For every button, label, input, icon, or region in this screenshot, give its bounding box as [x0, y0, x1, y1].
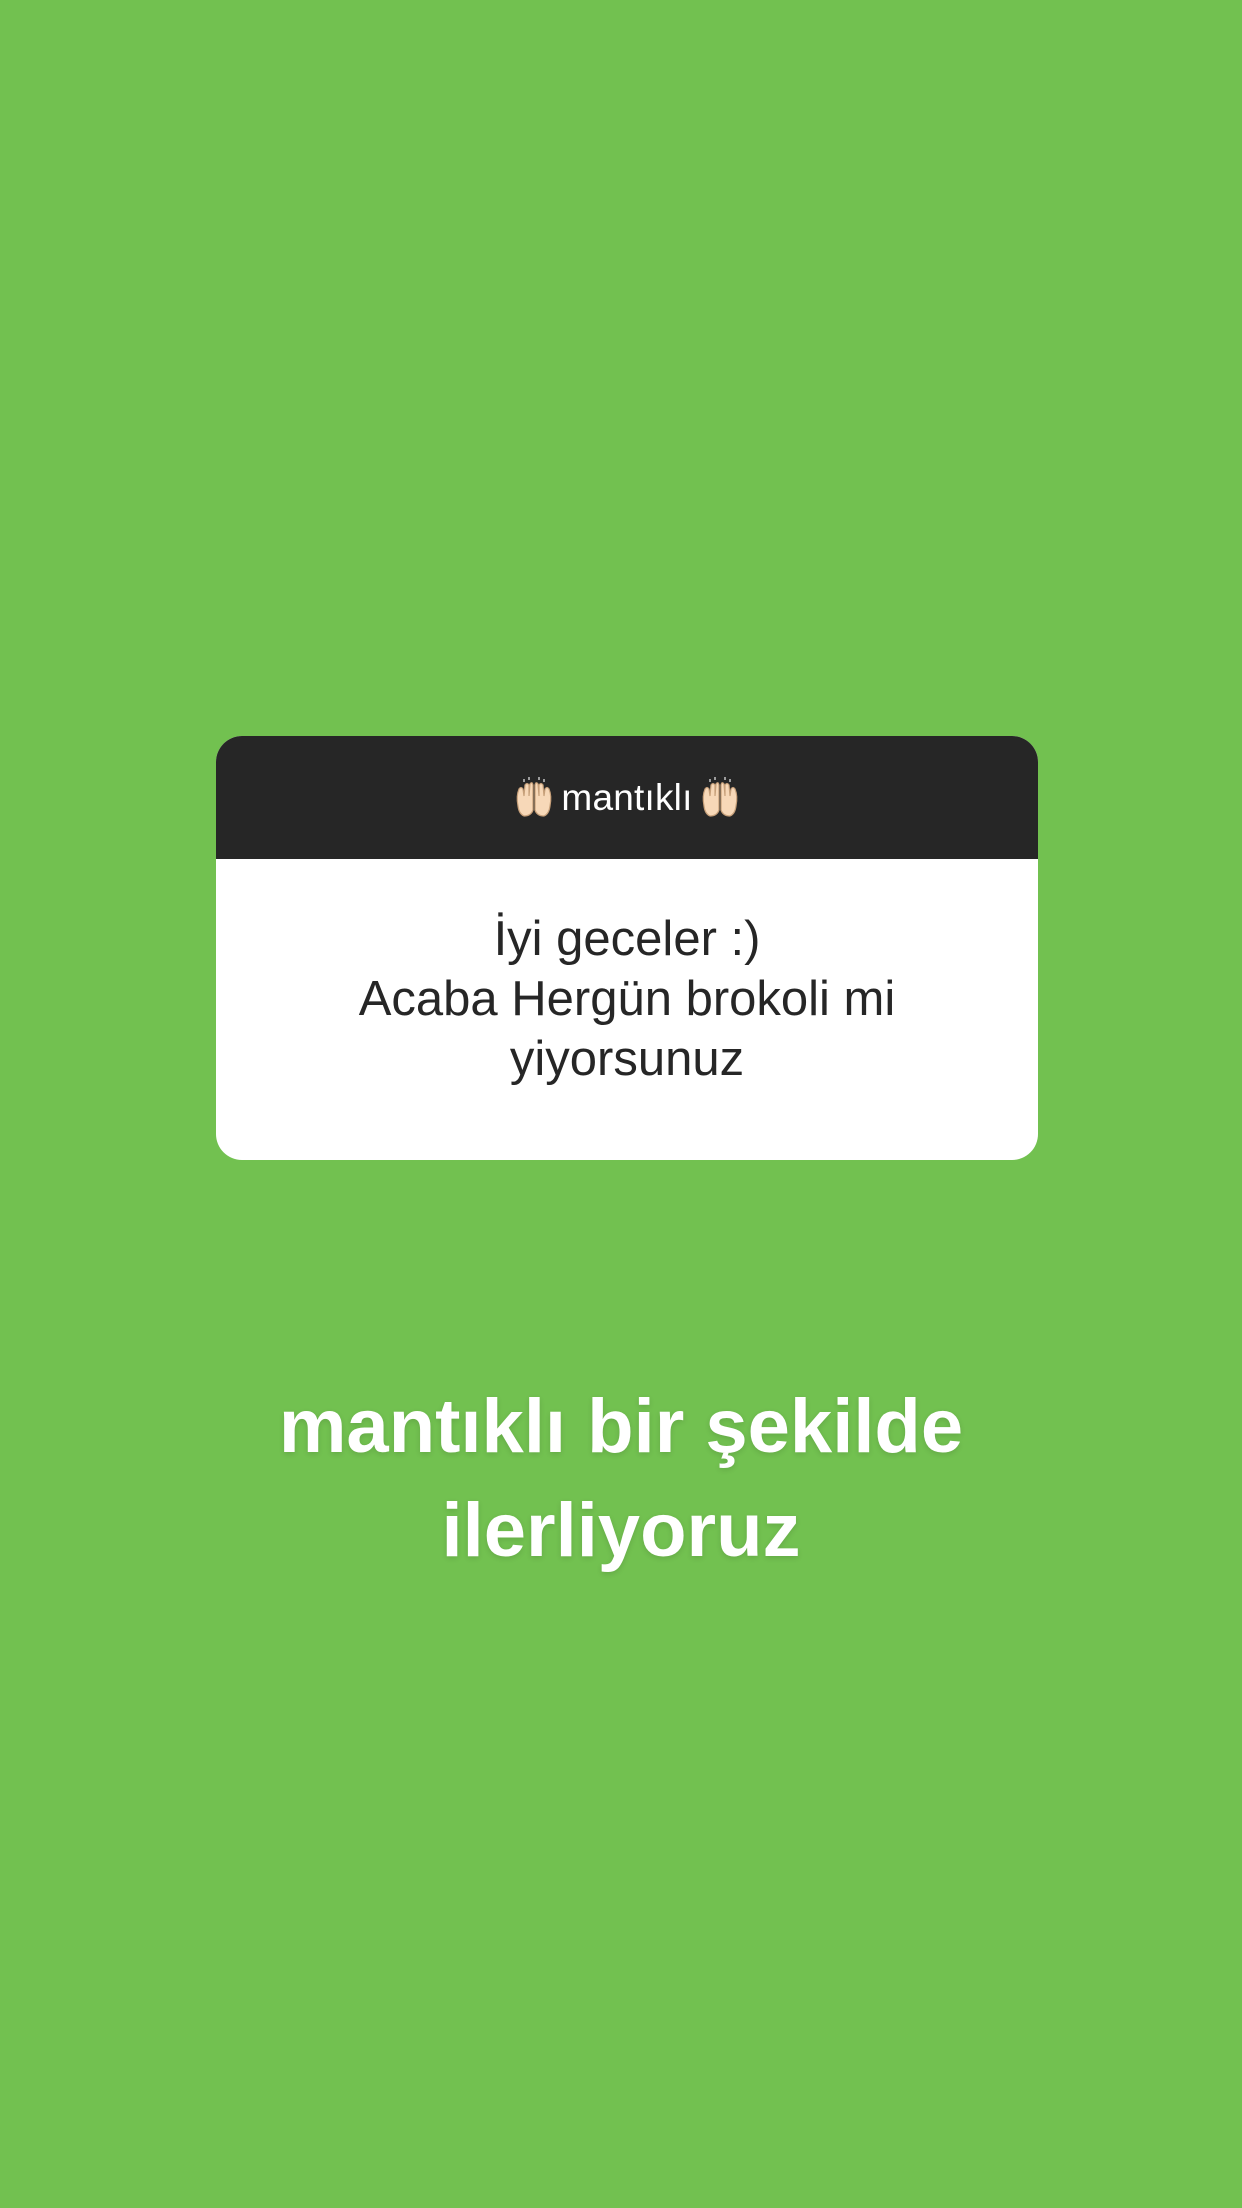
raised-hands-icon	[511, 775, 557, 821]
question-line: yiyorsunuz	[509, 1032, 745, 1086]
question-sticker-title: mantıklı	[561, 776, 693, 818]
question-line: Acaba Hergün brokoli mi	[358, 972, 896, 1026]
answer-line: mantıklı bir şekilde	[278, 1384, 964, 1469]
answer-line: ilerliyoruz	[441, 1488, 801, 1573]
question-sticker[interactable]: mantıklı İyi geceler :) Acaba Hergün bro…	[216, 736, 1038, 1160]
raised-hands-icon	[697, 775, 743, 821]
story-canvas: mantıklı İyi geceler :) Acaba Hergün bro…	[0, 0, 1242, 2208]
question-sticker-body: İyi geceler :) Acaba Hergün brokoli mi y…	[216, 859, 1038, 1160]
answer-text[interactable]: mantıklı bir şekilde ilerliyoruz	[0, 1375, 1242, 1583]
question-sticker-header: mantıklı	[216, 736, 1038, 859]
question-line: İyi geceler :)	[493, 912, 761, 966]
